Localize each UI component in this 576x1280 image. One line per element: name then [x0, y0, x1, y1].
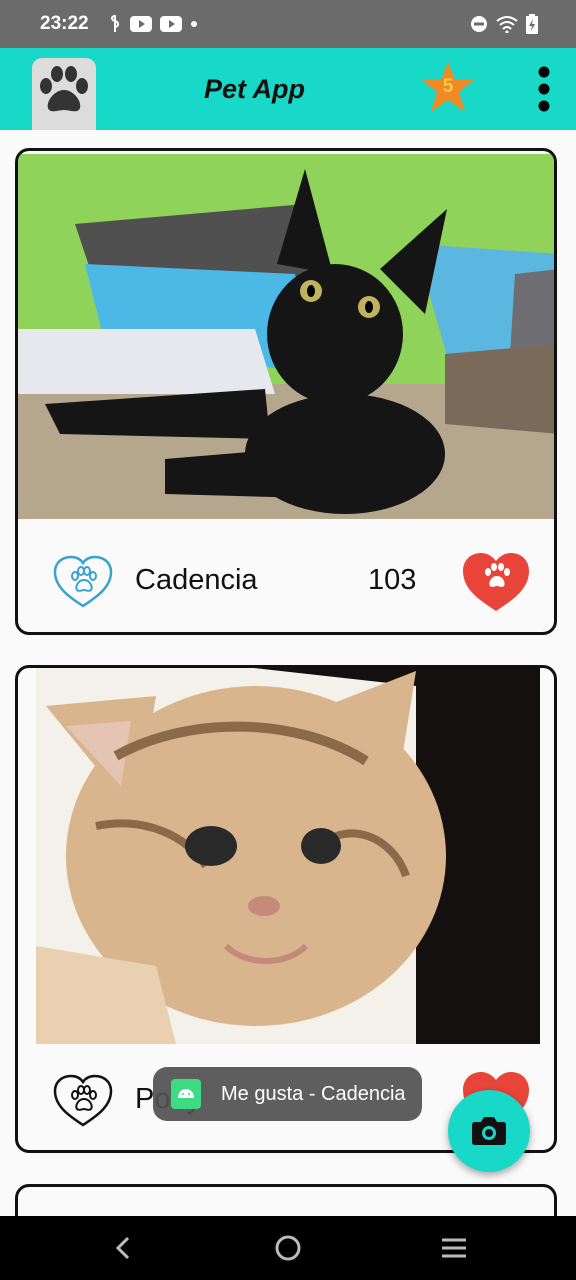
home-icon[interactable]	[274, 1234, 302, 1262]
pet-card-footer: Cadencia 103	[18, 542, 554, 622]
dot-icon	[191, 21, 197, 27]
toast-text: Me gusta - Cadencia	[221, 1082, 406, 1105]
paw-heart-outline-icon[interactable]	[51, 1073, 115, 1129]
battery-charging-icon	[526, 14, 538, 34]
status-bar: 23:22	[0, 0, 576, 48]
pet-card: Cadencia 103	[15, 148, 557, 635]
pet-name: Cadencia	[135, 564, 258, 596]
back-icon[interactable]	[108, 1236, 136, 1260]
favorites-star-button[interactable]: 5	[420, 60, 476, 116]
tabby-kitten-photo	[36, 668, 540, 1044]
paw-heart-outline-icon[interactable]	[51, 554, 115, 610]
camera-fab[interactable]	[448, 1090, 530, 1172]
star-count: 5	[442, 76, 454, 97]
app-title: Pet App	[204, 74, 305, 104]
paw-icon	[40, 66, 88, 112]
black-kitten-photo	[18, 154, 554, 519]
like-button[interactable]	[461, 551, 531, 613]
overflow-menu-button[interactable]	[532, 66, 556, 112]
more-vert-icon	[538, 66, 550, 112]
app-bar: Pet App 5	[0, 48, 576, 130]
app-logo	[32, 58, 96, 130]
youtube-icon	[160, 16, 182, 32]
android-app-icon	[171, 1079, 201, 1109]
toast-message: Me gusta - Cadencia	[153, 1067, 422, 1121]
system-nav-bar	[0, 1216, 576, 1280]
vpn-icon	[111, 15, 119, 32]
youtube-icon	[130, 16, 152, 32]
recents-icon[interactable]	[440, 1236, 468, 1260]
like-count: 103	[368, 564, 417, 596]
camera-icon	[472, 1117, 506, 1145]
status-time: 23:22	[40, 13, 89, 34]
do-not-disturb-icon	[471, 16, 487, 32]
wifi-icon	[496, 16, 518, 33]
